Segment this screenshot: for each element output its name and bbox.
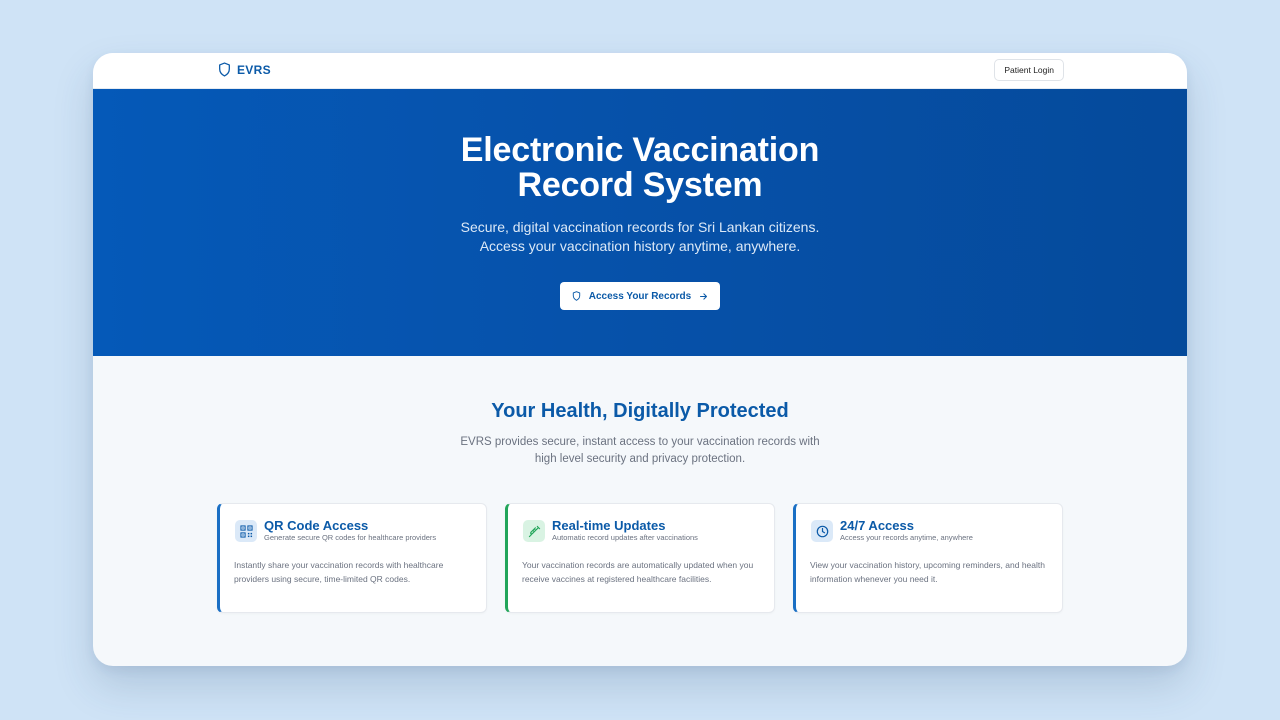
patient-login-button[interactable]: Patient Login bbox=[994, 59, 1064, 81]
qr-code-icon bbox=[235, 520, 257, 542]
access-records-button[interactable]: Access Your Records bbox=[560, 282, 720, 310]
features-title: Your Health, Digitally Protected bbox=[491, 400, 789, 422]
hero-title-line1: Electronic Vaccination bbox=[460, 131, 820, 169]
app-window: EVRS Patient Login Electronic Vaccinatio… bbox=[93, 53, 1187, 666]
card-body: Your vaccination records are automatical… bbox=[522, 560, 754, 584]
top-navbar: EVRS Patient Login bbox=[93, 53, 1187, 89]
hero-subtitle-line1: Secure, digital vaccination records for … bbox=[460, 219, 820, 235]
shield-icon bbox=[572, 291, 580, 301]
card-title: 24/7 Access bbox=[840, 518, 914, 533]
features-desc-line1: EVRS provides secure, instant access to … bbox=[460, 436, 820, 448]
card-title: Real-time Updates bbox=[552, 518, 666, 533]
brand-name: EVRS bbox=[237, 62, 271, 77]
feature-card-access[interactable]: 24/7 Access Access your records anytime,… bbox=[793, 503, 1063, 613]
features-desc-line2: high level security and privacy protecti… bbox=[534, 453, 746, 465]
brand-logo[interactable]: EVRS bbox=[218, 62, 271, 77]
syringe-icon bbox=[523, 520, 545, 542]
card-title: QR Code Access bbox=[264, 518, 369, 533]
hero-subtitle-line2: Access your vaccination history anytime,… bbox=[479, 237, 801, 254]
feature-cards: QR Code Access Generate secure QR codes … bbox=[217, 503, 1063, 613]
card-body: View your vaccination history, upcoming … bbox=[810, 560, 1045, 584]
hero-title-line2: Record System bbox=[517, 166, 763, 204]
hero-subtitle: Secure, digital vaccination records for … bbox=[93, 218, 1187, 255]
card-body: Instantly share your vaccination records… bbox=[234, 560, 444, 584]
feature-card-updates[interactable]: Real-time Updates Automatic record updat… bbox=[505, 503, 775, 613]
features-description: EVRS provides secure, instant access to … bbox=[93, 434, 1187, 468]
card-subtitle: Access your records anytime, anywhere bbox=[840, 533, 973, 542]
hero-title: Electronic Vaccination Record System bbox=[93, 133, 1187, 203]
card-subtitle: Generate secure QR codes for healthcare … bbox=[264, 533, 437, 542]
shield-icon bbox=[219, 62, 230, 77]
clock-icon bbox=[811, 520, 833, 542]
arrow-right-icon bbox=[700, 292, 708, 300]
hero-section: Electronic Vaccination Record System Sec… bbox=[93, 89, 1187, 356]
access-records-label: Access Your Records bbox=[588, 290, 692, 302]
card-subtitle: Automatic record updates after vaccinati… bbox=[552, 533, 698, 542]
feature-card-qr[interactable]: QR Code Access Generate secure QR codes … bbox=[217, 503, 487, 613]
